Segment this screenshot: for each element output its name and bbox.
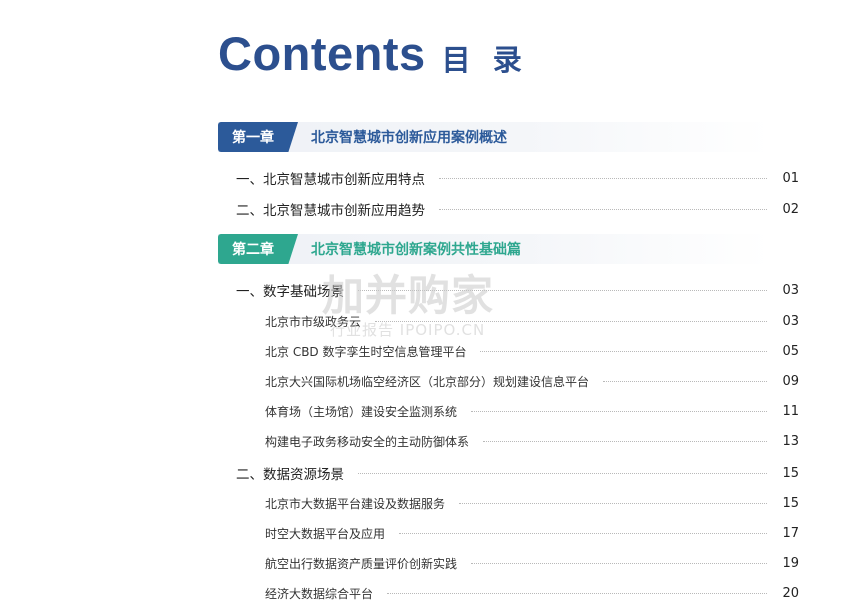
- toc-entry-label: 一、数字基础场景: [236, 284, 344, 300]
- toc-page-number: 02: [782, 201, 799, 217]
- toc-entry-label: 二、北京智慧城市创新应用趋势: [236, 203, 425, 219]
- toc-page-number: 20: [782, 585, 799, 601]
- toc-entry-label: 北京市大数据平台建设及数据服务: [265, 496, 446, 511]
- toc-page-number: 01: [782, 170, 799, 186]
- toc-subentry[interactable]: 体育场（主场馆）建设安全监测系统 11: [265, 401, 799, 421]
- leader-dots: [603, 380, 767, 382]
- leader-dots: [375, 320, 767, 322]
- leader-dots: [399, 532, 767, 534]
- toc-entry-label: 北京大兴国际机场临空经济区（北京部分）规划建设信息平台: [265, 374, 590, 389]
- title-english: Contents: [218, 27, 426, 80]
- toc-page-number: 11: [782, 403, 799, 419]
- toc-entry-label: 构建电子政务移动安全的主动防御体系: [265, 434, 470, 449]
- toc-entry[interactable]: 一、数字基础场景 03: [236, 280, 799, 301]
- toc-entry-label: 二、数据资源场景: [236, 467, 344, 483]
- toc-entry-label: 一、北京智慧城市创新应用特点: [236, 172, 425, 188]
- leader-dots: [387, 592, 767, 594]
- toc-subentry[interactable]: 构建电子政务移动安全的主动防御体系 13: [265, 431, 799, 451]
- toc-entry-label: 航空出行数据资产质量评价创新实践: [265, 556, 458, 571]
- toc-subentry[interactable]: 航空出行数据资产质量评价创新实践 19: [265, 553, 799, 573]
- toc-page-number: 17: [782, 525, 799, 541]
- chapter-title: 北京智慧城市创新应用案例概述: [311, 130, 507, 146]
- toc-page-number: 15: [782, 465, 799, 481]
- leader-dots: [459, 502, 767, 504]
- toc-page-number: 03: [782, 313, 799, 329]
- toc-page-number: 03: [782, 282, 799, 298]
- leader-dots: [471, 562, 767, 564]
- leader-dots: [439, 177, 767, 179]
- toc-subentry[interactable]: 时空大数据平台及应用 17: [265, 523, 799, 543]
- chapter-tag: 第二章: [218, 234, 298, 264]
- title-chinese: 目 录: [441, 43, 528, 77]
- chapter-title: 北京智慧城市创新案例共性基础篇: [311, 242, 521, 258]
- toc-entry-label: 体育场（主场馆）建设安全监测系统: [265, 404, 458, 419]
- toc-page-number: 15: [782, 495, 799, 511]
- toc-entry[interactable]: 二、北京智慧城市创新应用趋势 02: [236, 199, 799, 220]
- toc-page-number: 13: [782, 433, 799, 449]
- toc-subentry[interactable]: 北京大兴国际机场临空经济区（北京部分）规划建设信息平台 09: [265, 371, 799, 391]
- toc-subentry[interactable]: 北京 CBD 数字孪生时空信息管理平台 05: [265, 341, 799, 361]
- leader-dots: [483, 440, 767, 442]
- toc-subentry[interactable]: 北京市市级政务云 03: [265, 311, 799, 331]
- toc-subentry[interactable]: 经济大数据综合平台 20: [265, 583, 799, 603]
- chapter-tag: 第一章: [218, 122, 298, 152]
- leader-dots: [358, 289, 767, 291]
- toc-entry[interactable]: 二、数据资源场景 15: [236, 463, 799, 484]
- toc-entry-label: 时空大数据平台及应用: [265, 526, 386, 541]
- leader-dots: [439, 208, 767, 210]
- toc-page-number: 19: [782, 555, 799, 571]
- leader-dots: [480, 350, 767, 352]
- chapter-header-1[interactable]: 第一章 北京智慧城市创新应用案例概述: [218, 122, 770, 152]
- toc-entry[interactable]: 一、北京智慧城市创新应用特点 01: [236, 168, 799, 189]
- toc-entry-label: 北京 CBD 数字孪生时空信息管理平台: [265, 344, 467, 359]
- toc-subentry[interactable]: 北京市大数据平台建设及数据服务 15: [265, 493, 799, 513]
- toc-entry-label: 北京市市级政务云: [265, 314, 362, 329]
- leader-dots: [471, 410, 767, 412]
- leader-dots: [358, 472, 767, 474]
- toc-page-number: 05: [782, 343, 799, 359]
- toc-entry-label: 经济大数据综合平台: [265, 586, 374, 601]
- page-title: Contents 目 录: [218, 26, 528, 81]
- toc-page-number: 09: [782, 373, 799, 389]
- chapter-header-2[interactable]: 第二章 北京智慧城市创新案例共性基础篇: [218, 234, 770, 264]
